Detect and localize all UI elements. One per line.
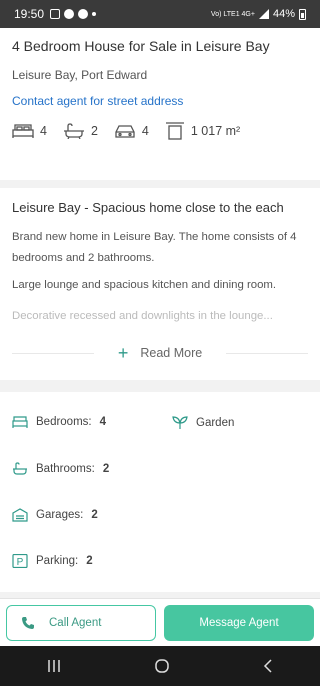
listing-summary-card: 4 Bedroom House for Sale in Leisure Bay … — [0, 28, 320, 180]
description-paragraph-faded: Decorative recessed and downlights in th… — [12, 310, 273, 322]
network-status: Vo) LTE1 4G+ — [210, 10, 255, 18]
notification-icons — [50, 9, 97, 19]
amenity-garden: Garden — [172, 416, 234, 430]
home-icon[interactable] — [154, 658, 170, 674]
feature-bathrooms-value: 2 — [90, 124, 98, 138]
amenities-card: Bedrooms: 4 Garden Bathrooms: 2 Garages:… — [0, 392, 320, 592]
amenity-parking-value: 2 — [86, 555, 93, 567]
car-icon — [115, 125, 135, 138]
description-card: Leisure Bay - Spacious home close to the… — [0, 188, 320, 380]
amenity-parking-label: Parking: — [36, 555, 79, 567]
listing-title: 4 Bedroom House for Sale in Leisure Bay — [12, 38, 270, 54]
garage-icon — [12, 508, 28, 522]
status-time: 19:50 — [14, 7, 45, 21]
amenity-garden-label: Garden — [196, 417, 235, 429]
more-notifications-icon — [92, 12, 97, 16]
feature-size-value: 1 017 m² — [190, 124, 241, 138]
amenity-bathrooms-label: Bathrooms: — [36, 463, 95, 475]
gallery-icon — [50, 9, 61, 19]
messenger-icon — [64, 9, 75, 19]
battery-percent: 44% — [272, 8, 295, 20]
amenity-bedrooms: Bedrooms: 4 — [12, 416, 106, 428]
read-more-button[interactable]: + Read More — [118, 344, 202, 362]
status-bar: 19:50 Vo) LTE1 4G+ 44% — [0, 0, 320, 28]
contact-agent-link[interactable]: Contact agent for street address — [12, 94, 308, 108]
listing-location: Leisure Bay, Port Edward — [12, 68, 148, 82]
feature-garages-value: 4 — [141, 124, 149, 138]
read-more-row: + Read More — [0, 344, 320, 362]
feature-bathrooms: 2 — [63, 123, 98, 139]
parking-icon: P — [12, 554, 28, 568]
feature-bedrooms: 4 — [12, 123, 47, 139]
amenity-parking: P Parking: 2 — [12, 554, 93, 568]
listing-features: 4 2 4 1 017 m² — [12, 122, 308, 140]
amenity-garages: Garages: 2 — [12, 508, 98, 522]
bath-icon — [13, 462, 27, 475]
description-title: Leisure Bay - Spacious home close to the… — [12, 200, 284, 215]
message-agent-label: Message Agent — [199, 616, 279, 629]
plus-icon: + — [117, 343, 129, 363]
amenity-bedrooms-value: 4 — [99, 416, 107, 428]
bath-icon — [63, 123, 84, 139]
divider — [226, 352, 309, 354]
amenity-bedrooms-label: Bedrooms: — [36, 416, 92, 428]
recent-apps-icon[interactable] — [46, 659, 62, 673]
message-agent-button[interactable]: Message Agent — [164, 604, 314, 641]
call-agent-button[interactable]: Call Agent — [6, 604, 156, 641]
description-paragraph: Brand new home in Leisure Bay. The home … — [12, 231, 297, 264]
divider — [12, 352, 94, 354]
bed-icon — [12, 124, 34, 138]
action-bar: Call Agent Message Agent — [0, 598, 320, 646]
amenity-bathrooms: Bathrooms: 2 — [12, 462, 109, 476]
feature-bedrooms-value: 4 — [40, 124, 47, 138]
phone-icon — [22, 616, 34, 629]
floor-size-icon — [165, 122, 184, 140]
amenity-garages-label: Garages: — [36, 509, 84, 521]
feature-size: 1 017 m² — [165, 122, 240, 140]
system-nav-bar — [0, 646, 320, 686]
description-paragraph: Large lounge and spacious kitchen and di… — [12, 279, 277, 291]
call-agent-label: Call Agent — [49, 616, 102, 629]
amenity-garages-value: 2 — [91, 509, 98, 521]
bed-icon — [12, 416, 28, 428]
feature-garages: 4 — [114, 123, 149, 139]
signal-icon — [258, 9, 269, 19]
back-icon[interactable] — [262, 659, 274, 673]
read-more-label: Read More — [140, 346, 203, 360]
svg-text:P: P — [17, 557, 24, 568]
facebook-icon — [78, 9, 89, 19]
amenity-bathrooms-value: 2 — [102, 463, 110, 475]
leaf-icon — [172, 416, 188, 429]
battery-icon — [299, 8, 306, 20]
